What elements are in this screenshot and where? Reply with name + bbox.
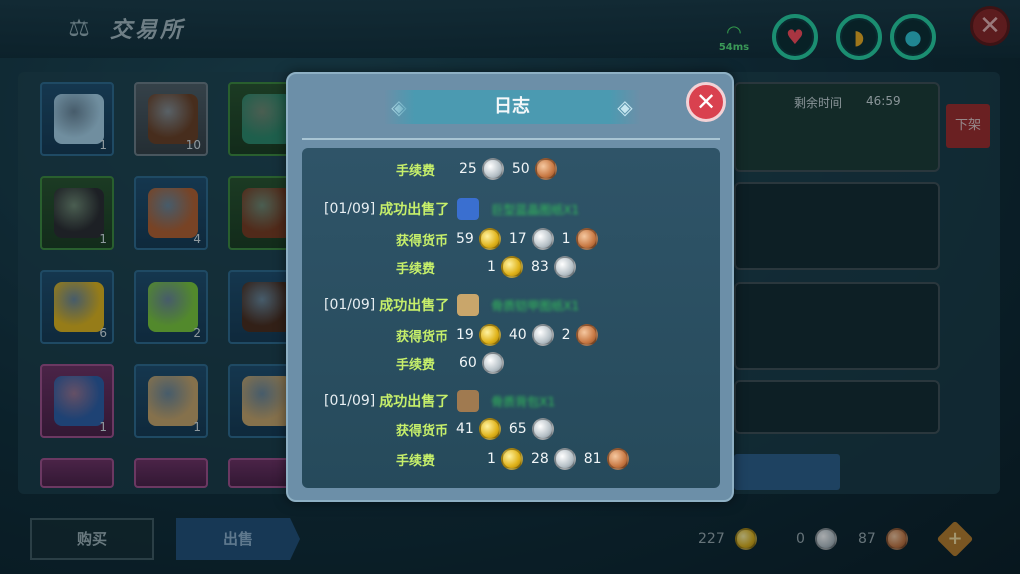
fee-label: 手续费 [396,163,436,179]
item-name: 骨质背包X1 [491,394,556,409]
item-thumbnail-icon [457,198,480,220]
earn-gold: 59 [456,231,474,247]
fee-copper: 81 [583,451,602,467]
log-fee-row: 手续费 60 [396,352,504,374]
close-dialog-button[interactable]: ✕ [686,82,726,122]
sold-label: 成功出售了 [379,394,450,410]
earn-label: 获得货币 [396,423,449,439]
log-date: [01/09] [324,393,376,409]
fee-gold: 1 [487,451,496,467]
log-earn-row: 获得货币 59 17 1 [396,228,598,250]
log-fee-row: 手续费 1 28 81 [396,448,629,470]
gold-coin-icon [478,418,501,440]
fee-silver: 28 [530,451,549,467]
sold-label: 成功出售了 [379,202,450,218]
gold-coin-icon [500,256,523,278]
silver-coin-icon [531,228,554,250]
copper-coin-icon [575,228,598,250]
silver-coin-icon [531,324,554,346]
ornament-right-icon: ◈ [617,95,633,119]
fee-label: 手续费 [396,453,436,469]
copper-coin-icon [606,448,629,470]
silver-coin-icon [481,158,504,180]
silver-coin-icon [553,256,576,278]
fee-gold: 1 [487,259,496,275]
log-entry-header: [01/09] 成功出售了 骨质铠甲图纸X1 [324,294,579,316]
log-entry-header: [01/09] 成功出售了 骨质背包X1 [324,390,555,412]
earn-gold: 41 [456,421,474,437]
silver-coin-icon [481,352,504,374]
earn-label: 获得货币 [396,233,449,249]
log-fee-row: 手续费 1 83 [396,256,576,278]
gold-coin-icon [478,228,501,250]
log-date: [01/09] [324,201,376,217]
copper-coin-icon [575,324,598,346]
log-entry-header: [01/09] 成功出售了 巨型蓝晶图纸X1 [324,198,579,220]
item-name: 骨质铠甲图纸X1 [491,298,580,313]
earn-label: 获得货币 [396,329,449,345]
fee-silver: 60 [459,355,477,371]
earn-gold: 19 [456,327,474,343]
log-fee-row: 手续费 25 50 [396,158,557,180]
item-name: 巨型蓝晶图纸X1 [491,202,580,217]
dialog-title: 日志 [384,90,640,124]
divider [302,138,720,140]
earn-silver: 17 [508,231,527,247]
log-earn-row: 获得货币 19 40 2 [396,324,598,346]
gold-coin-icon [500,448,523,470]
log-dialog: ◈ 日志 ◈ ✕ 手续费 25 50 [01/09] 成功出售了 巨型蓝晶图纸X… [286,72,734,502]
fee-silver: 83 [530,259,549,275]
log-date: [01/09] [324,297,376,313]
silver-coin-icon [553,448,576,470]
log-list[interactable]: 手续费 25 50 [01/09] 成功出售了 巨型蓝晶图纸X1 获得货币 59… [302,148,720,488]
copper-coin-icon [534,158,557,180]
earn-copper: 1 [561,231,571,247]
fee-copper: 50 [511,161,530,177]
fee-silver: 25 [459,161,477,177]
log-earn-row: 获得货币 41 65 [396,418,554,440]
earn-silver: 65 [508,421,527,437]
item-thumbnail-icon [457,390,480,412]
earn-copper: 2 [561,327,571,343]
item-thumbnail-icon [457,294,480,316]
fee-label: 手续费 [396,357,436,373]
fee-label: 手续费 [396,261,436,277]
silver-coin-icon [531,418,554,440]
sold-label: 成功出售了 [379,298,450,314]
gold-coin-icon [478,324,501,346]
earn-silver: 40 [508,327,527,343]
